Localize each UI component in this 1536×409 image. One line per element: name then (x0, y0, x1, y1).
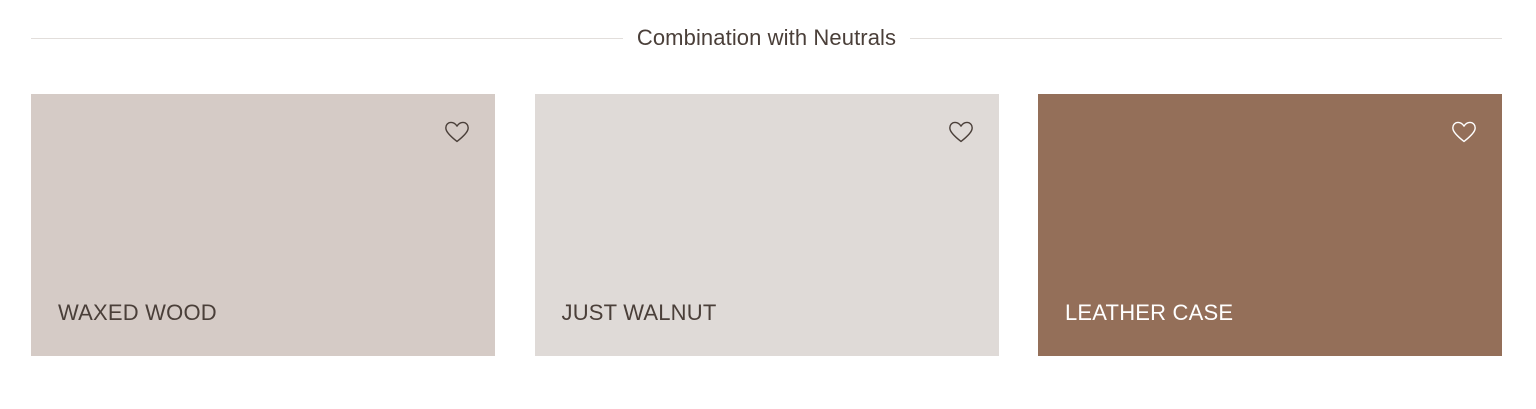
heading-divider-right (910, 37, 1502, 39)
section-title: Combination with Neutrals (636, 25, 897, 50)
heart-outline-icon (948, 121, 973, 143)
heart-outline-icon (445, 121, 469, 143)
color-card-list: WAXED WOOD JUST WALNUT LEATHER CASE (31, 94, 1502, 356)
color-card-leather-case[interactable]: LEATHER CASE (1038, 94, 1502, 356)
favorite-button[interactable] (443, 118, 471, 146)
color-name: JUST WALNUT (561, 300, 717, 325)
neutral-combinations-section: Combination with Neutrals WAXED WOOD JUS… (0, 0, 1536, 409)
favorite-button[interactable] (947, 118, 975, 146)
heart-outline-icon (1452, 121, 1476, 143)
heading-divider-left (31, 37, 623, 39)
color-name: WAXED WOOD (58, 300, 217, 325)
color-name: LEATHER CASE (1065, 300, 1234, 325)
favorite-button[interactable] (1450, 118, 1478, 146)
section-heading: Combination with Neutrals (31, 22, 1502, 54)
color-card-just-walnut[interactable]: JUST WALNUT (534, 94, 999, 356)
color-card-waxed-wood[interactable]: WAXED WOOD (31, 94, 495, 356)
